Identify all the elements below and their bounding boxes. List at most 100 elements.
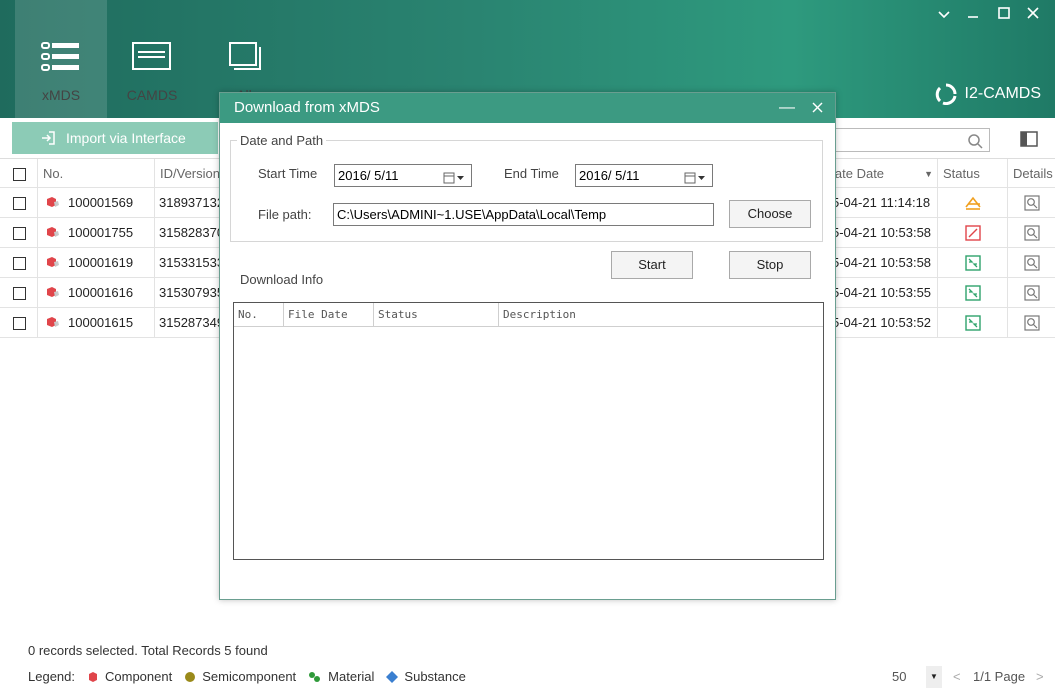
row-status[interactable] xyxy=(938,218,1008,248)
nav-camds[interactable]: CAMDS xyxy=(106,0,198,118)
status-compressed-icon[interactable] xyxy=(964,315,981,334)
search-icon[interactable] xyxy=(967,133,983,149)
row-no: 100001615 xyxy=(68,315,134,330)
semicomponent-icon xyxy=(185,671,196,682)
sort-down-icon[interactable]: ▼ xyxy=(924,159,933,189)
row-checkbox[interactable] xyxy=(13,257,26,270)
stop-button[interactable]: Stop xyxy=(729,251,811,279)
page-size-dropdown-icon[interactable]: ▼ xyxy=(926,666,942,688)
start-time-picker[interactable]: 2016/ 5/11 xyxy=(334,164,472,187)
row-id-version: 315307935 xyxy=(159,285,221,300)
row-no: 100001619 xyxy=(68,255,134,270)
grid-col-no[interactable]: No. xyxy=(234,303,284,326)
nav-camds-label: CAMDS xyxy=(126,87,178,103)
dialog-title-bar: Download from xMDS — xyxy=(220,93,835,123)
row-status[interactable] xyxy=(938,278,1008,308)
legend-semicomponent: Semicomponent xyxy=(184,669,296,684)
col-id-version[interactable]: ID/Version xyxy=(155,159,221,189)
material-icon xyxy=(309,671,321,682)
component-icon xyxy=(47,317,59,327)
page-size-value: 50 xyxy=(892,669,907,684)
list-icon xyxy=(41,42,79,71)
row-details[interactable] xyxy=(1008,248,1055,278)
row-status[interactable] xyxy=(938,248,1008,278)
details-magnifier-icon[interactable] xyxy=(1023,285,1040,301)
close-icon[interactable] xyxy=(807,93,827,123)
details-magnifier-icon[interactable] xyxy=(1023,315,1040,331)
status-rejected-icon[interactable] xyxy=(964,225,981,244)
brand-logo-icon xyxy=(935,83,957,105)
row-status[interactable] xyxy=(938,308,1008,338)
search-input[interactable] xyxy=(826,128,990,152)
row-no-cell: 100001619 xyxy=(38,248,155,278)
row-checkbox[interactable] xyxy=(13,197,26,210)
date-path-legend: Date and Path xyxy=(240,133,324,148)
col-update-date-label: late Date xyxy=(832,166,885,181)
row-checkbox[interactable] xyxy=(13,227,26,240)
col-update-date[interactable]: late Date ▼ xyxy=(832,159,938,189)
status-warning-icon[interactable] xyxy=(964,196,982,214)
maximize-icon[interactable] xyxy=(993,4,1015,24)
details-magnifier-icon[interactable] xyxy=(1023,255,1040,271)
substance-icon xyxy=(386,670,399,683)
minimize-icon[interactable]: — xyxy=(777,93,797,123)
grid-header: No. File Date Status Description xyxy=(234,303,823,327)
minimize-icon[interactable] xyxy=(962,4,984,24)
close-icon[interactable] xyxy=(1022,4,1044,24)
prev-page-icon[interactable]: < xyxy=(953,669,961,684)
calendar-dropdown-icon[interactable] xyxy=(443,169,465,190)
component-icon xyxy=(47,197,59,207)
component-icon xyxy=(47,227,59,237)
row-update-date: 5-04-21 10:53:58 xyxy=(832,248,938,278)
page-info: 1/1 Page xyxy=(973,669,1026,684)
calendar-dropdown-icon[interactable] xyxy=(684,169,706,190)
stack-icon xyxy=(229,42,261,70)
import-via-interface-button[interactable]: Import via Interface xyxy=(12,122,218,154)
legend-component: Component xyxy=(87,669,172,684)
row-no: 100001616 xyxy=(68,285,134,300)
brand-name: I2-CAMDS xyxy=(964,85,1041,102)
start-button[interactable]: Start xyxy=(611,251,693,279)
status-compressed-icon[interactable] xyxy=(964,285,981,304)
col-details[interactable]: Details xyxy=(1008,159,1055,189)
select-all-checkbox[interactable] xyxy=(13,168,26,181)
legend-substance: Substance xyxy=(386,669,466,684)
row-status[interactable] xyxy=(938,188,1008,218)
row-update-date: 5-04-21 11:14:18 xyxy=(832,188,938,218)
choose-button[interactable]: Choose xyxy=(729,200,811,228)
row-no-cell: 100001615 xyxy=(38,308,155,338)
row-details[interactable] xyxy=(1008,218,1055,248)
start-time-label: Start Time xyxy=(258,166,318,181)
row-no-cell: 100001569 xyxy=(38,188,155,218)
grid-col-description[interactable]: Description xyxy=(499,303,823,326)
legend-component-label: Component xyxy=(105,669,173,684)
file-path-input[interactable]: C:\Users\ADMINI~1.USE\AppData\Local\Temp xyxy=(333,203,714,226)
status-compressed-icon[interactable] xyxy=(964,255,981,274)
col-no[interactable]: No. xyxy=(38,159,155,189)
legend-semicomponent-label: Semicomponent xyxy=(202,669,297,684)
details-magnifier-icon[interactable] xyxy=(1023,225,1040,241)
page-size-select[interactable]: 50 xyxy=(892,669,906,684)
col-status[interactable]: Status xyxy=(938,159,1008,189)
row-details[interactable] xyxy=(1008,308,1055,338)
row-details[interactable] xyxy=(1008,188,1055,218)
grid-col-status[interactable]: Status xyxy=(374,303,499,326)
row-checkbox[interactable] xyxy=(13,287,26,300)
legend-material-label: Material xyxy=(328,669,375,684)
chevron-down-icon[interactable] xyxy=(933,4,955,24)
row-details[interactable] xyxy=(1008,278,1055,308)
row-checkbox[interactable] xyxy=(13,317,26,330)
download-dialog: Download from xMDS — Date and Path Start… xyxy=(219,92,836,600)
file-path-label: File path: xyxy=(258,207,312,222)
grid-col-file-date[interactable]: File Date xyxy=(284,303,374,326)
row-id-version: 315828370 xyxy=(159,225,221,240)
details-magnifier-icon[interactable] xyxy=(1023,195,1040,211)
legend: Legend: Component Semicomponent Material… xyxy=(28,669,466,684)
next-page-icon[interactable]: > xyxy=(1036,669,1044,684)
row-no-cell: 100001755 xyxy=(38,218,155,248)
nav-xmds[interactable]: xMDS xyxy=(15,0,107,118)
download-info-grid: No. File Date Status Description xyxy=(233,302,824,560)
panel-toggle-icon[interactable] xyxy=(1020,131,1038,147)
end-time-picker[interactable]: 2016/ 5/11 xyxy=(575,164,713,187)
window-icon xyxy=(132,42,171,70)
